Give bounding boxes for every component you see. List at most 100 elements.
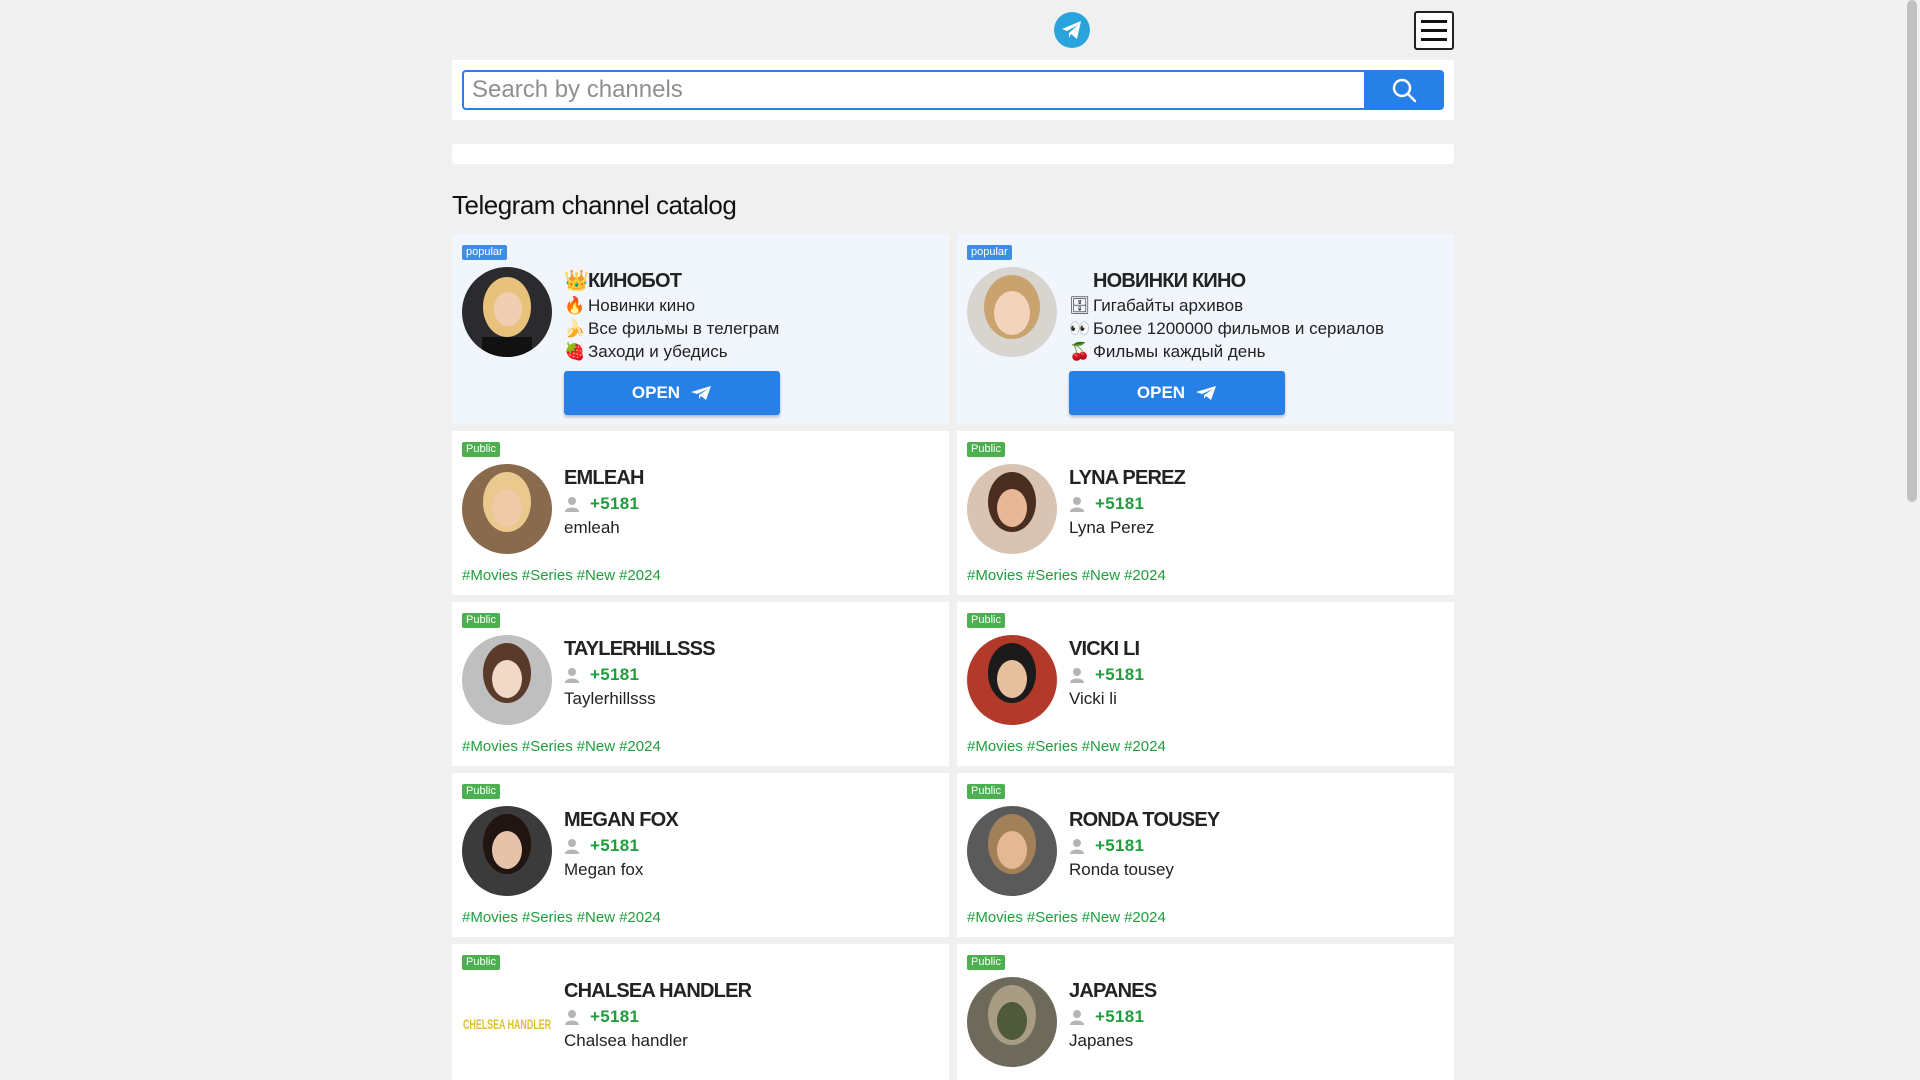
tag-link[interactable]: #Movies — [967, 738, 1023, 755]
archive-icon: 🗄 — [1069, 296, 1091, 315]
card-body: VICKI LI +5181 Vicki li — [1069, 636, 1444, 710]
card-body: LYNA PEREZ +5181 Lyna Perez — [1069, 465, 1444, 539]
popular-card: popular 👑КИНОБОТ 🔥 Новинки кино 🍌 Все филь… — [452, 234, 949, 424]
tag-link[interactable]: #Movies — [967, 567, 1023, 584]
description-line: 🔥 Новинки кино — [564, 296, 696, 315]
page-scrollbar[interactable] — [1904, 0, 1920, 1080]
tag-link[interactable]: #Series — [1027, 738, 1078, 755]
tag-link[interactable]: #Series — [522, 738, 573, 755]
channel-handle: Taylerhillsss — [564, 689, 656, 708]
channel-handle: Vicki li — [1069, 689, 1117, 708]
avatar[interactable] — [967, 806, 1057, 896]
public-badge: Public — [967, 955, 1005, 970]
public-badge: Public — [462, 442, 500, 457]
channel-handle: emleah — [564, 518, 620, 537]
search-button[interactable] — [1364, 70, 1444, 110]
tag-link[interactable]: #Series — [522, 567, 573, 584]
avatar[interactable] — [967, 977, 1057, 1067]
card-body: CHALSEA HANDLER +5181 Chalsea handler — [564, 978, 939, 1052]
channel-name[interactable]: 👑КИНОБОТ — [564, 268, 939, 294]
channel-card: Public RONDA TOUSEY +5181 Ronda tousey #Movi… — [957, 773, 1454, 937]
user-icon — [565, 497, 579, 512]
eyes-icon: 👀 — [1069, 319, 1091, 338]
avatar[interactable] — [967, 464, 1057, 554]
card-body: TAYLERHILLSSS +5181 Taylerhillsss — [564, 636, 939, 710]
avatar[interactable] — [462, 267, 552, 357]
tag-list: #Movies #Series #New #2024 — [462, 909, 665, 926]
tag-link[interactable]: #Movies — [967, 909, 1023, 926]
tag-link[interactable]: #Movies — [462, 738, 518, 755]
channel-grid: popular 👑КИНОБОТ 🔥 Новинки кино 🍌 Все филь… — [452, 234, 1454, 424]
tag-link[interactable]: #Movies — [462, 567, 518, 584]
tag-link[interactable]: #2024 — [619, 567, 661, 584]
channel-name[interactable]: JAPANES — [1069, 978, 1444, 1004]
tag-link[interactable]: #New — [1082, 738, 1120, 755]
popular-badge: popular — [462, 245, 507, 260]
strawberry-icon: 🍓 — [564, 342, 586, 361]
tag-link[interactable]: #2024 — [1124, 909, 1166, 926]
members-count: +5181 — [1095, 665, 1145, 684]
ad-strip — [452, 144, 1454, 164]
search-input[interactable] — [462, 70, 1364, 110]
search-icon — [1392, 78, 1417, 103]
page-container: Telegram channel catalog popular 👑КИНОБО… — [452, 0, 1454, 1080]
tag-link[interactable]: #New — [1082, 567, 1120, 584]
channel-name[interactable]: TAYLERHILLSSS — [564, 636, 939, 662]
avatar[interactable] — [462, 635, 552, 725]
channel-card: Public LYNA PEREZ +5181 Lyna Perez #Movies #S… — [957, 431, 1454, 595]
channel-name[interactable]: MEGAN FOX — [564, 807, 939, 833]
tag-link[interactable]: #Movies — [462, 909, 518, 926]
channel-name[interactable]: НОВИНКИ КИНО — [1069, 268, 1444, 294]
description-line: 🗄 Гигабайты архивов — [1069, 296, 1244, 315]
channel-name[interactable]: RONDA TOUSEY — [1069, 807, 1444, 833]
tag-link[interactable]: #2024 — [619, 909, 661, 926]
user-icon — [1070, 668, 1084, 683]
members-count: +5181 — [590, 836, 640, 855]
tag-link[interactable]: #New — [577, 567, 615, 584]
members-count: +5181 — [1095, 836, 1145, 855]
channel-handle: Lyna Perez — [1069, 518, 1155, 537]
members-row: +5181 — [1069, 1004, 1444, 1030]
telegram-icon[interactable] — [1054, 12, 1090, 48]
tag-link[interactable]: #New — [1082, 909, 1120, 926]
avatar[interactable] — [967, 635, 1057, 725]
card-body: НОВИНКИ КИНО 🗄 Гигабайты архивов 👀 Более 1… — [1069, 268, 1444, 363]
channel-name[interactable]: VICKI LI — [1069, 636, 1444, 662]
channel-card: Public EMLEAH +5181 emleah #Movies #Series #Ne… — [452, 431, 949, 595]
tag-link[interactable]: #New — [577, 738, 615, 755]
open-button[interactable]: OPEN — [1069, 371, 1285, 415]
tag-link[interactable]: #2024 — [619, 738, 661, 755]
tag-link[interactable]: #New — [577, 909, 615, 926]
tag-link[interactable]: #Series — [1027, 567, 1078, 584]
card-body: EMLEAH +5181 emleah — [564, 465, 939, 539]
search-bar — [452, 60, 1454, 120]
public-badge: Public — [462, 955, 500, 970]
channel-name[interactable]: EMLEAH — [564, 465, 939, 491]
channel-card: Public VICKI LI +5181 Vicki li #Movies #Serie… — [957, 602, 1454, 766]
tag-link[interactable]: #2024 — [1124, 567, 1166, 584]
user-icon — [1070, 497, 1084, 512]
page-title: Telegram channel catalog — [452, 190, 737, 220]
tag-link[interactable]: #Series — [522, 909, 573, 926]
members-row: +5181 — [564, 491, 939, 517]
popular-badge: popular — [967, 245, 1012, 260]
avatar[interactable] — [462, 806, 552, 896]
avatar[interactable] — [462, 464, 552, 554]
hamburger-menu-icon[interactable] — [1414, 11, 1454, 50]
user-icon — [565, 668, 579, 683]
avatar[interactable] — [967, 267, 1057, 357]
channel-name[interactable]: CHALSEA HANDLER — [564, 978, 939, 1004]
cherry-icon: 🍒 — [1069, 342, 1091, 361]
members-count: +5181 — [1095, 1007, 1145, 1026]
channel-name[interactable]: LYNA PEREZ — [1069, 465, 1444, 491]
open-button[interactable]: OPEN — [564, 371, 780, 415]
channel-card: Public CHELSEA HANDLER CHALSEA HANDLER +518… — [452, 944, 949, 1080]
user-icon — [1070, 1010, 1084, 1025]
scrollbar-thumb[interactable] — [1907, 0, 1917, 502]
card-body: MEGAN FOX +5181 Megan fox — [564, 807, 939, 881]
tag-link[interactable]: #2024 — [1124, 738, 1166, 755]
channel-card: Public MEGAN FOX +5181 Megan fox #Movies #Ser… — [452, 773, 949, 937]
avatar[interactable]: CHELSEA HANDLER — [462, 977, 552, 1067]
tag-link[interactable]: #Series — [1027, 909, 1078, 926]
public-badge: Public — [462, 613, 500, 628]
